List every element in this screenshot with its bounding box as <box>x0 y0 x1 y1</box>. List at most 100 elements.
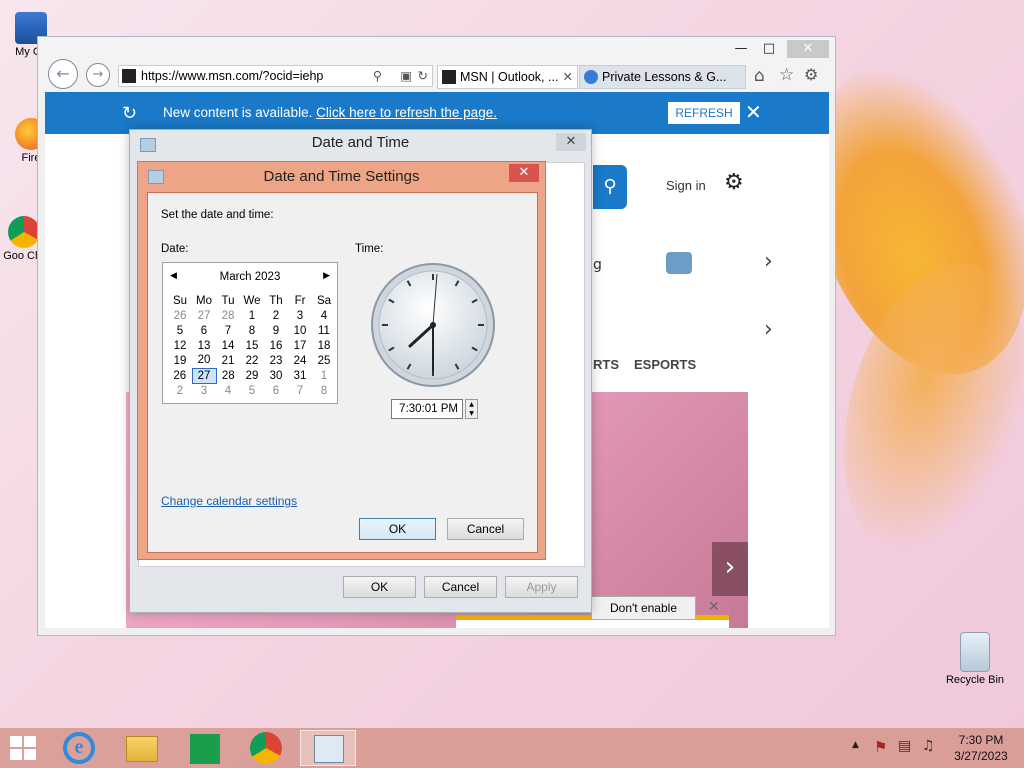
calendar-day[interactable]: 1 <box>240 308 264 323</box>
search-icon[interactable]: ⚲ <box>373 66 382 86</box>
calendar-day[interactable]: 15 <box>240 338 264 353</box>
calendar-day[interactable]: 6 <box>264 383 288 398</box>
next-month-icon[interactable]: ▶ <box>323 271 330 281</box>
calendar-day[interactable]: 9 <box>264 323 288 338</box>
refresh-page-link[interactable]: Click here to refresh the page. <box>316 105 497 120</box>
calendar-day[interactable]: 20 <box>192 353 216 368</box>
browser-toolbar: — □ ✕ ← → https://www.msn.com/?ocid=iehp… <box>38 37 835 93</box>
start-button[interactable] <box>10 736 36 760</box>
calendar-day[interactable]: 6 <box>192 323 216 338</box>
calendar-day[interactable]: 10 <box>288 323 312 338</box>
calendar-day[interactable]: 28 <box>216 368 240 383</box>
taskbar-chrome[interactable] <box>238 730 294 766</box>
taskbar-internet-explorer[interactable]: e <box>51 730 107 766</box>
calendar-day[interactable]: 2 <box>264 308 288 323</box>
calendar-day[interactable]: 5 <box>168 323 192 338</box>
tray-expand-icon[interactable]: ▲ <box>852 740 859 750</box>
network-icon[interactable]: ▤ <box>898 738 911 754</box>
calendar-day[interactable]: 8 <box>312 383 336 398</box>
calendar-day[interactable]: 25 <box>312 353 336 368</box>
nav-item-esports[interactable]: ESPORTS <box>634 357 696 372</box>
close-button[interactable]: ✕ <box>787 40 829 58</box>
calendar-day[interactable]: 11 <box>312 323 336 338</box>
calendar-day[interactable]: 3 <box>288 308 312 323</box>
calendar-day[interactable]: 17 <box>288 338 312 353</box>
volume-muted-icon[interactable]: ♫ <box>922 738 935 754</box>
taskbar-date-time[interactable] <box>300 730 356 766</box>
calendar-day[interactable]: 4 <box>312 308 336 323</box>
calendar-day[interactable]: 12 <box>168 338 192 353</box>
spin-down-icon[interactable]: ▼ <box>466 409 477 418</box>
calendar-day[interactable]: 27 <box>192 308 216 323</box>
calendar-day[interactable]: 4 <box>216 383 240 398</box>
calendar-day[interactable]: 7 <box>288 383 312 398</box>
search-button[interactable]: ⚲ <box>593 165 627 209</box>
taskbar-file-explorer[interactable] <box>114 730 170 766</box>
date-time-apply-button[interactable]: Apply <box>505 576 578 598</box>
system-clock[interactable]: 7:30 PM 3/27/2023 <box>946 732 1016 764</box>
calendar-day[interactable]: 26 <box>168 368 192 383</box>
calendar-day[interactable]: 3 <box>192 383 216 398</box>
forward-button[interactable]: → <box>86 63 110 87</box>
calendar-day[interactable]: 21 <box>216 353 240 368</box>
dont-enable-button[interactable]: Don't enable <box>591 596 696 620</box>
favorites-star-icon[interactable]: ☆ <box>779 65 794 85</box>
calendar-day[interactable]: 13 <box>192 338 216 353</box>
time-input[interactable]: 7:30:01 PM <box>391 399 463 419</box>
carousel-next-icon[interactable]: › <box>764 249 773 274</box>
calendar[interactable]: ◀ March 2023 ▶ Su Mo Tu We Th Fr Sa 26 2… <box>162 262 338 404</box>
tab-msn[interactable]: MSN | Outlook, ... ✕ <box>437 65 578 89</box>
minimize-button[interactable]: — <box>730 40 752 58</box>
clock-time: 7:30 PM <box>958 733 1004 747</box>
nav-next-icon[interactable]: › <box>764 317 773 342</box>
calendar-day[interactable]: 18 <box>312 338 336 353</box>
maximize-button[interactable]: □ <box>758 40 780 58</box>
date-time-close-button[interactable]: ✕ <box>556 133 586 151</box>
calendar-day[interactable]: 2 <box>168 383 192 398</box>
date-time-cancel-button[interactable]: Cancel <box>424 576 497 598</box>
calendar-day[interactable]: 19 <box>168 353 192 368</box>
settings-close-button[interactable]: ✕ <box>509 164 539 182</box>
msn-settings-gear-icon[interactable]: ⚙ <box>724 170 744 195</box>
taskbar-store[interactable] <box>177 730 233 766</box>
calendar-day[interactable]: 23 <box>264 353 288 368</box>
calendar-day[interactable]: 30 <box>264 368 288 383</box>
tab-close-icon[interactable]: ✕ <box>563 66 573 88</box>
calendar-day[interactable]: 28 <box>216 308 240 323</box>
sign-in-link[interactable]: Sign in <box>666 178 706 193</box>
spin-up-icon[interactable]: ▲ <box>466 400 477 409</box>
msn-favicon-icon <box>122 69 136 83</box>
calendar-day-selected[interactable]: 27 <box>191 367 217 384</box>
calendar-day[interactable]: 7 <box>216 323 240 338</box>
close-notification-icon[interactable]: ✕ <box>745 92 762 134</box>
settings-gear-icon[interactable]: ⚙ <box>804 65 818 84</box>
calendar-day[interactable]: 29 <box>240 368 264 383</box>
tab-private-lessons[interactable]: Private Lessons & G... <box>579 65 746 89</box>
calendar-day[interactable]: 24 <box>288 353 312 368</box>
calendar-day[interactable]: 26 <box>168 308 192 323</box>
back-button[interactable]: ← <box>48 59 78 89</box>
date-time-ok-button[interactable]: OK <box>343 576 416 598</box>
desktop-icon-recycle-bin[interactable]: Recycle Bin <box>940 632 1010 686</box>
time-spinner[interactable]: ▲ ▼ <box>465 399 478 419</box>
settings-ok-button[interactable]: OK <box>359 518 436 540</box>
home-icon[interactable]: ⌂ <box>754 66 765 86</box>
calendar-day[interactable]: 16 <box>264 338 288 353</box>
action-center-flag-icon[interactable]: ⚑ <box>874 738 887 756</box>
change-calendar-settings-link[interactable]: Change calendar settings <box>161 494 297 508</box>
refresh-icon[interactable]: ↻ <box>418 66 428 86</box>
close-popup-icon[interactable]: ✕ <box>708 599 720 615</box>
refresh-button[interactable]: REFRESH <box>668 102 740 124</box>
calendar-day[interactable]: 14 <box>216 338 240 353</box>
msn-tab-icon <box>442 70 456 84</box>
address-bar[interactable]: https://www.msn.com/?ocid=iehp ⚲ ▣ ↻ <box>118 65 433 87</box>
calendar-day[interactable]: 5 <box>240 383 264 398</box>
calendar-day[interactable]: 31 <box>288 368 312 383</box>
calendar-day[interactable]: 8 <box>240 323 264 338</box>
nav-item-rts[interactable]: RTS <box>593 357 619 372</box>
settings-cancel-button[interactable]: Cancel <box>447 518 524 540</box>
calendar-month[interactable]: March 2023 <box>163 271 337 283</box>
hero-next-button[interactable]: › <box>712 542 748 596</box>
calendar-day[interactable]: 1 <box>312 368 336 383</box>
calendar-day[interactable]: 22 <box>240 353 264 368</box>
